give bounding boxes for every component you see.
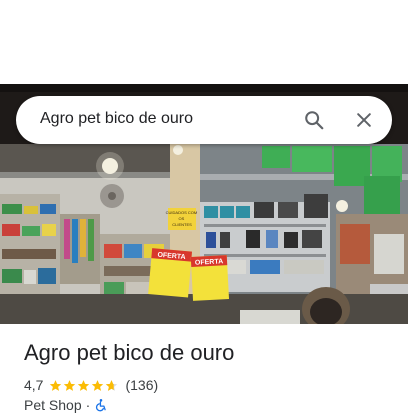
wheelchair-icon [96,399,107,412]
star-icon [92,379,104,391]
rating-row[interactable]: 4,7 (136) [24,376,158,394]
category-row: Pet Shop · [24,396,108,414]
rating-value: 4,7 [24,377,44,393]
star-half-icon [106,379,118,391]
top-blank-area [0,0,408,84]
place-category: Pet Shop [24,397,82,413]
close-button[interactable] [348,104,380,136]
review-count[interactable]: (136) [125,377,158,393]
place-title: Agro pet bico de ouro [24,340,235,365]
star-icon [64,379,76,391]
star-icon [78,379,90,391]
close-icon [357,113,371,127]
search-input[interactable]: Agro pet bico de ouro [40,110,193,128]
search-icon [305,111,324,130]
search-bar[interactable]: Agro pet bico de ouro [16,96,392,144]
offer-sign-2: OFERTA [195,258,224,266]
star-rating [49,379,119,392]
search-button[interactable] [298,104,330,136]
separator: · [85,397,91,413]
star-icon [50,379,62,391]
